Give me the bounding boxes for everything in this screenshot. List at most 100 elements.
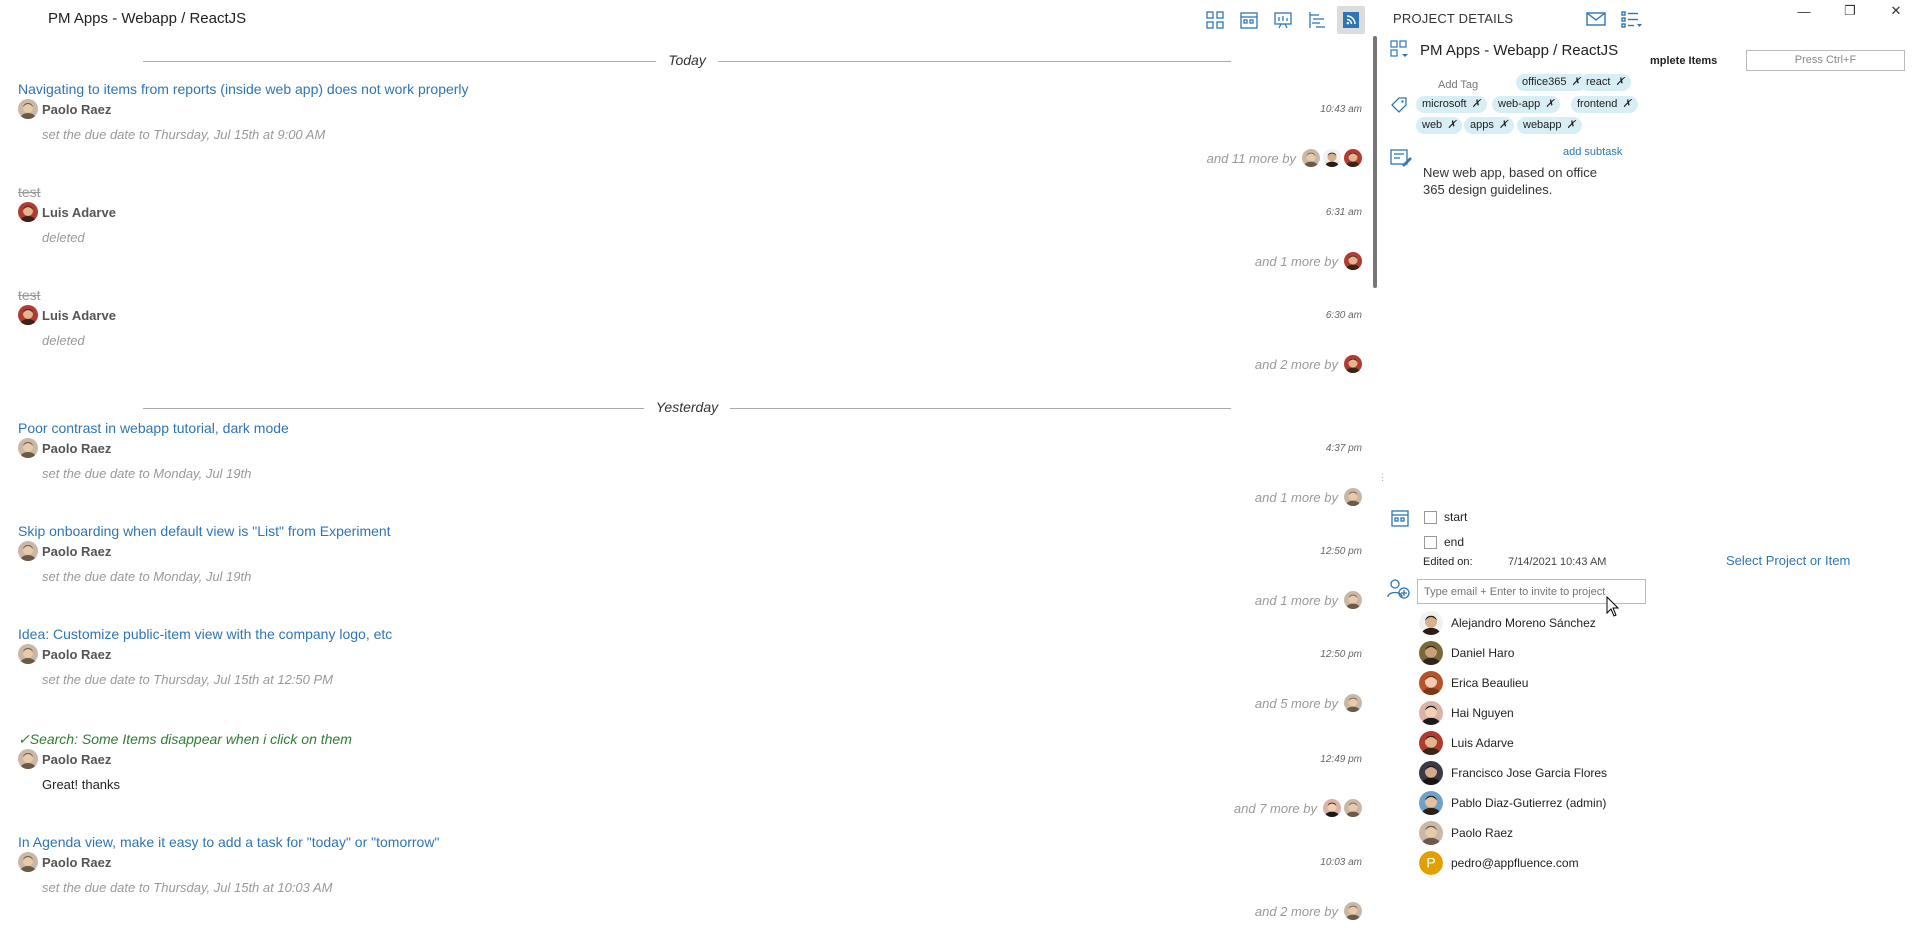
feed-item-time: 4:37 pm <box>1325 443 1362 454</box>
activity-feed-button[interactable] <box>1337 6 1365 34</box>
board-view-button[interactable] <box>1269 6 1297 34</box>
avatar[interactable] <box>1344 149 1362 167</box>
avatar[interactable] <box>1344 488 1362 506</box>
remove-tag-icon[interactable]: ✗ <box>1567 119 1576 131</box>
start-date-row[interactable]: start <box>1424 510 1467 524</box>
calendar-view-button[interactable] <box>1235 6 1263 34</box>
avatar[interactable] <box>1323 149 1341 167</box>
start-label: start <box>1444 510 1468 524</box>
project-name[interactable]: PM Apps - Webapp / ReactJS <box>1420 42 1618 59</box>
avatar[interactable] <box>1302 149 1320 167</box>
date-divider-today: Today <box>143 51 1231 71</box>
splitter-handle[interactable]: ⋮ <box>1378 472 1387 483</box>
divider-label: Yesterday <box>643 399 731 415</box>
tag-chip[interactable]: apps ✗ <box>1464 117 1515 134</box>
svg-text:P: P <box>1426 855 1435 871</box>
avatar <box>1419 731 1443 755</box>
feed-item-more[interactable]: and 1 more by <box>1255 252 1362 270</box>
feed-item-more[interactable]: and 11 more by <box>1207 149 1362 167</box>
tag-chip[interactable]: webapp ✗ <box>1517 117 1582 134</box>
tag-chip[interactable]: web-app ✗ <box>1492 96 1561 113</box>
start-checkbox[interactable] <box>1424 510 1437 524</box>
avatar[interactable] <box>1344 799 1362 817</box>
avatar[interactable] <box>1344 694 1362 712</box>
feed-item-title[interactable]: test <box>18 287 41 303</box>
feed-item-time: 10:03 am <box>1320 857 1362 868</box>
member-item[interactable]: Alejandro Moreno Sánchez <box>1419 610 1596 636</box>
member-item[interactable]: Pablo Diaz-Gutierrez (admin) <box>1419 790 1606 816</box>
more-activity-text[interactable]: and 2 more by <box>1255 904 1338 919</box>
feed-item-more[interactable]: and 5 more by <box>1255 694 1362 712</box>
feed-item-more[interactable]: and 1 more by <box>1255 488 1362 506</box>
details-scrollbar[interactable] <box>1373 36 1377 288</box>
feed-item-title[interactable]: In Agenda view, make it easy to add a ta… <box>18 834 439 850</box>
more-activity-text[interactable]: and 5 more by <box>1255 696 1338 711</box>
tag-chip[interactable]: office365 ✗ <box>1516 74 1587 91</box>
member-item[interactable]: Paolo Raez <box>1419 820 1513 846</box>
avatar: P <box>1419 851 1443 875</box>
feed-item-description: set the due date to Thursday, Jul 15th a… <box>42 880 333 895</box>
remove-tag-icon[interactable]: ✗ <box>1447 119 1456 131</box>
tag-chip[interactable]: react ✗ <box>1580 74 1631 91</box>
tag-chip[interactable]: web ✗ <box>1416 117 1463 134</box>
feed-item-more[interactable]: and 2 more by <box>1255 902 1362 920</box>
end-checkbox[interactable] <box>1424 535 1437 549</box>
complete-items-toggle[interactable]: mplete Items <box>1650 55 1717 67</box>
remove-tag-icon[interactable]: ✗ <box>1499 119 1508 131</box>
avatar[interactable] <box>1323 799 1341 817</box>
more-activity-text[interactable]: and 1 more by <box>1255 254 1338 269</box>
member-name: Erica Beaulieu <box>1451 676 1529 690</box>
end-label: end <box>1444 535 1465 549</box>
avatar[interactable] <box>1344 591 1362 609</box>
add-tag-link[interactable]: Add Tag <box>1438 79 1478 91</box>
feed-item-more[interactable]: and 1 more by <box>1255 591 1362 609</box>
avatar[interactable] <box>1344 355 1362 373</box>
member-item[interactable]: Ppedro@appfluence.com <box>1419 850 1579 876</box>
member-item[interactable]: Daniel Haro <box>1419 640 1514 666</box>
member-item[interactable]: Francisco Jose Garcia Flores <box>1419 760 1607 786</box>
feed-item-title[interactable]: test <box>18 184 41 200</box>
project-grid-icon[interactable] <box>1390 40 1410 60</box>
remove-tag-icon[interactable]: ✗ <box>1472 98 1481 110</box>
minimize-button[interactable]: — <box>1781 0 1827 22</box>
feed-item-title[interactable]: Skip onboarding when default view is "Li… <box>18 523 391 539</box>
more-activity-text[interactable]: and 1 more by <box>1255 593 1338 608</box>
notes-icon <box>1390 149 1412 167</box>
gantt-view-icon <box>1309 12 1325 28</box>
more-activity-text[interactable]: and 11 more by <box>1207 151 1296 166</box>
member-name: pedro@appfluence.com <box>1451 856 1579 870</box>
grid-view-button[interactable] <box>1201 6 1229 34</box>
project-description[interactable]: New web app, based on office 365 design … <box>1423 164 1613 198</box>
search-input[interactable]: Press Ctrl+F <box>1746 50 1905 71</box>
feed-item-title[interactable]: ✓Search: Some Items disappear when i cli… <box>18 731 352 748</box>
select-project-prompt[interactable]: Select Project or Item <box>1726 553 1850 568</box>
member-item[interactable]: Luis Adarve <box>1419 730 1514 756</box>
remove-tag-icon[interactable]: ✗ <box>1545 98 1554 110</box>
feed-item-title[interactable]: Navigating to items from reports (inside… <box>18 81 469 97</box>
add-subtask-link[interactable]: add subtask <box>1563 146 1622 158</box>
divider-label: Today <box>656 52 718 68</box>
end-date-row[interactable]: end <box>1424 535 1464 549</box>
avatar[interactable] <box>1344 252 1362 270</box>
more-activity-text[interactable]: and 2 more by <box>1255 357 1338 372</box>
member-item[interactable]: Hai Nguyen <box>1419 700 1514 726</box>
member-item[interactable]: Erica Beaulieu <box>1419 670 1528 696</box>
list-options-icon[interactable] <box>1621 9 1643 29</box>
remove-tag-icon[interactable]: ✗ <box>1622 98 1631 110</box>
restore-button[interactable]: ❐ <box>1827 0 1873 22</box>
feed-item-title[interactable]: Idea: Customize public-item view with th… <box>18 626 392 642</box>
remove-tag-icon[interactable]: ✗ <box>1615 76 1624 88</box>
mouse-cursor-icon <box>1606 596 1620 617</box>
avatar[interactable] <box>1344 902 1362 920</box>
mail-icon[interactable] <box>1585 9 1607 29</box>
feed-item-title[interactable]: Poor contrast in webapp tutorial, dark m… <box>18 420 289 436</box>
feed-item-more[interactable]: and 2 more by <box>1255 355 1362 373</box>
tag-chip[interactable]: frontend ✗ <box>1571 96 1638 113</box>
close-button[interactable]: ✕ <box>1873 0 1919 22</box>
feed-item-more[interactable]: and 7 more by <box>1234 799 1362 817</box>
more-activity-text[interactable]: and 7 more by <box>1234 801 1317 816</box>
avatar <box>1419 761 1443 785</box>
tag-chip[interactable]: microsoft ✗ <box>1416 96 1487 113</box>
gantt-view-button[interactable] <box>1303 6 1331 34</box>
more-activity-text[interactable]: and 1 more by <box>1255 490 1338 505</box>
